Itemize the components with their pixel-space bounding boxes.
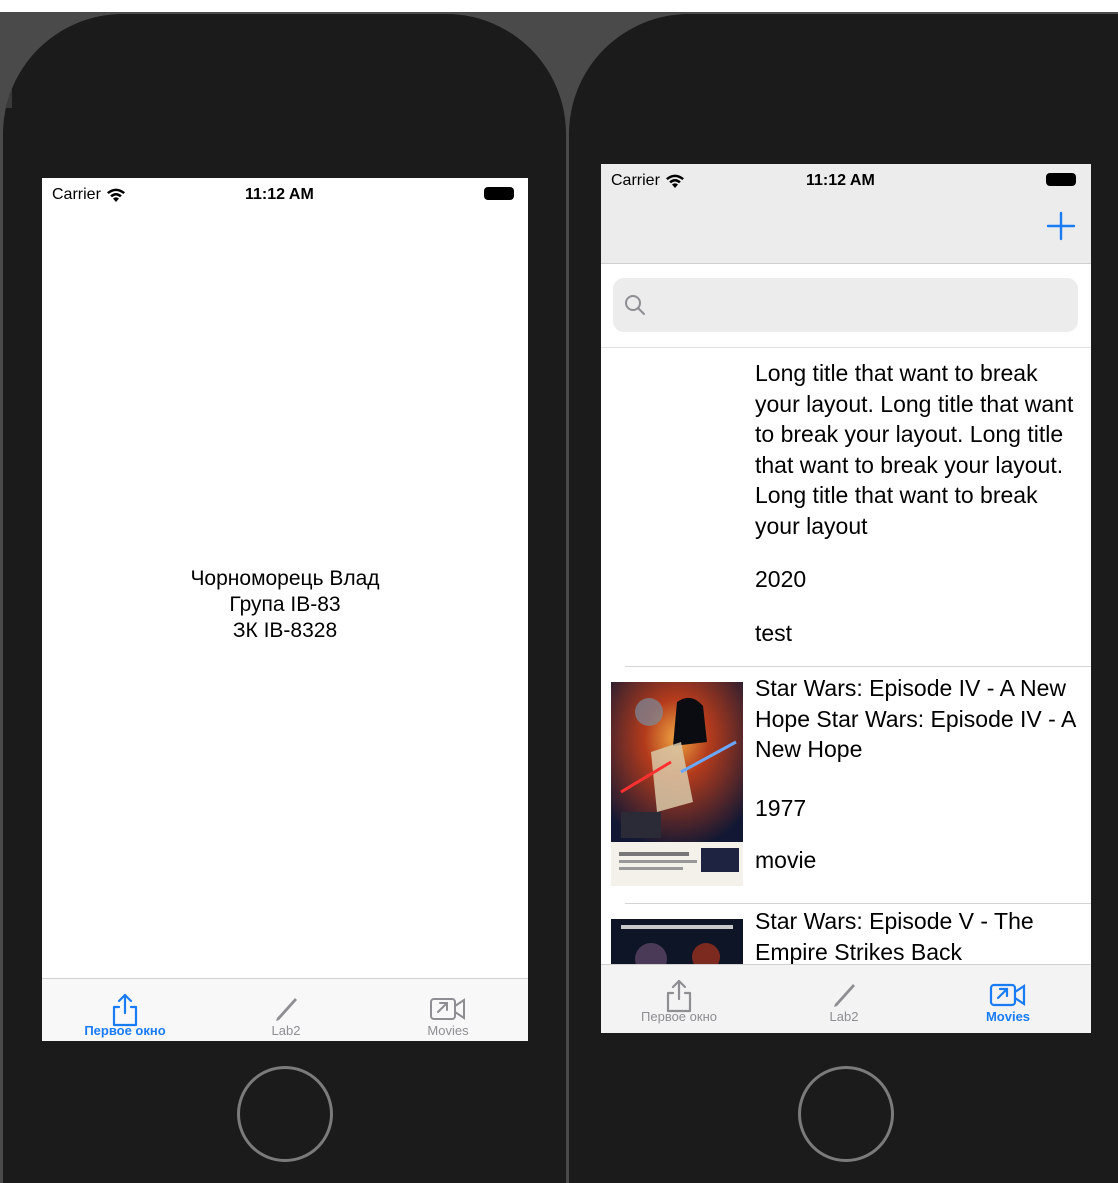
tab-lab2[interactable]: Lab2	[226, 979, 346, 1041]
tab-lab2[interactable]: Lab2	[784, 965, 904, 1033]
movies-list[interactable]: Long title that want to break your layou…	[601, 348, 1091, 964]
search-area	[601, 264, 1091, 348]
movie-row[interactable]: Star Wars: Episode V - The Empire Strike…	[601, 904, 1091, 964]
status-bar: Carrier 11:12 AM	[601, 164, 1091, 198]
status-time: 11:12 AM	[245, 186, 314, 203]
battery-icon	[1046, 173, 1076, 186]
tab-label: Lab2	[271, 1023, 301, 1038]
student-name: Чорноморець Влад	[190, 567, 380, 590]
movie-type: movie	[755, 847, 817, 873]
tab-first-window[interactable]: Первое окно	[619, 965, 739, 1033]
movie-poster	[611, 682, 743, 886]
tab-label: Movies	[427, 1023, 469, 1038]
home-button[interactable]	[237, 1066, 333, 1162]
home-button[interactable]	[798, 1066, 894, 1162]
video-icon	[989, 983, 1026, 1007]
pencil-icon	[834, 984, 855, 1007]
bezel-edge	[3, 28, 12, 108]
tab-bar: Первое окно Lab2 Movies	[601, 964, 1091, 1033]
star-wars-poster-image	[611, 919, 743, 964]
pencil-icon	[276, 998, 297, 1021]
plus-icon	[1046, 211, 1076, 241]
student-info: Чорноморець Влад Група ІВ-83 ЗК ІВ-8328	[42, 566, 528, 644]
tab-movies[interactable]: Movies	[388, 979, 508, 1041]
window-top-strip	[0, 0, 1118, 12]
carrier-label: Carrier	[52, 186, 101, 203]
search-field[interactable]	[613, 278, 1078, 334]
movie-poster	[611, 919, 743, 964]
battery-icon	[484, 187, 514, 200]
search-icon	[625, 295, 645, 315]
navigation-bar	[601, 198, 1091, 264]
simulator-right: Carrier 11:12 AM Long title that want to…	[569, 14, 1118, 1183]
student-group: Група ІВ-83	[229, 593, 341, 616]
carrier-label: Carrier	[611, 172, 660, 189]
video-icon	[430, 998, 465, 1020]
student-record-book: ЗК ІВ-8328	[232, 619, 338, 642]
wifi-icon	[665, 174, 684, 188]
movie-year: 2020	[755, 566, 807, 592]
movie-title: Long title that want to break your layou…	[755, 360, 1074, 539]
carrier-indicator: Carrier	[611, 172, 685, 190]
tab-bar: Первое окно Lab2 Movies	[42, 978, 528, 1041]
tab-label: Lab2	[829, 1009, 859, 1024]
status-bar: Carrier 11:12 AM	[42, 178, 528, 212]
wifi-icon	[106, 188, 125, 202]
movies-screen: Carrier 11:12 AM Long title that want to…	[601, 164, 1091, 1033]
tab-label: Первое окно	[641, 1009, 717, 1024]
about-screen: Carrier 11:12 AM Чорноморець Влад Група …	[42, 178, 528, 1041]
movie-row[interactable]: Long title that want to break your layou…	[601, 348, 1091, 666]
movie-year: 1977	[755, 795, 807, 821]
simulator-left: Carrier 11:12 AM Чорноморець Влад Група …	[3, 14, 566, 1183]
tab-movies[interactable]: Movies	[948, 965, 1068, 1033]
tab-label: Первое окно	[84, 1023, 166, 1038]
movie-type: test	[755, 620, 793, 646]
movie-title: Star Wars: Episode IV - A New Hope Star …	[755, 675, 1076, 762]
movie-row[interactable]: Star Wars: Episode IV - A New Hope Star …	[601, 667, 1091, 903]
search-input[interactable]	[653, 278, 1067, 334]
star-wars-poster-image	[611, 682, 743, 886]
tab-first-window[interactable]: Первое окно	[65, 979, 185, 1041]
movie-title: Star Wars: Episode V - The Empire Strike…	[755, 908, 1034, 964]
add-movie-button[interactable]	[1043, 208, 1079, 244]
tab-label: Movies	[985, 1009, 1031, 1024]
status-time: 11:12 AM	[806, 172, 875, 189]
carrier-indicator: Carrier	[52, 186, 126, 204]
